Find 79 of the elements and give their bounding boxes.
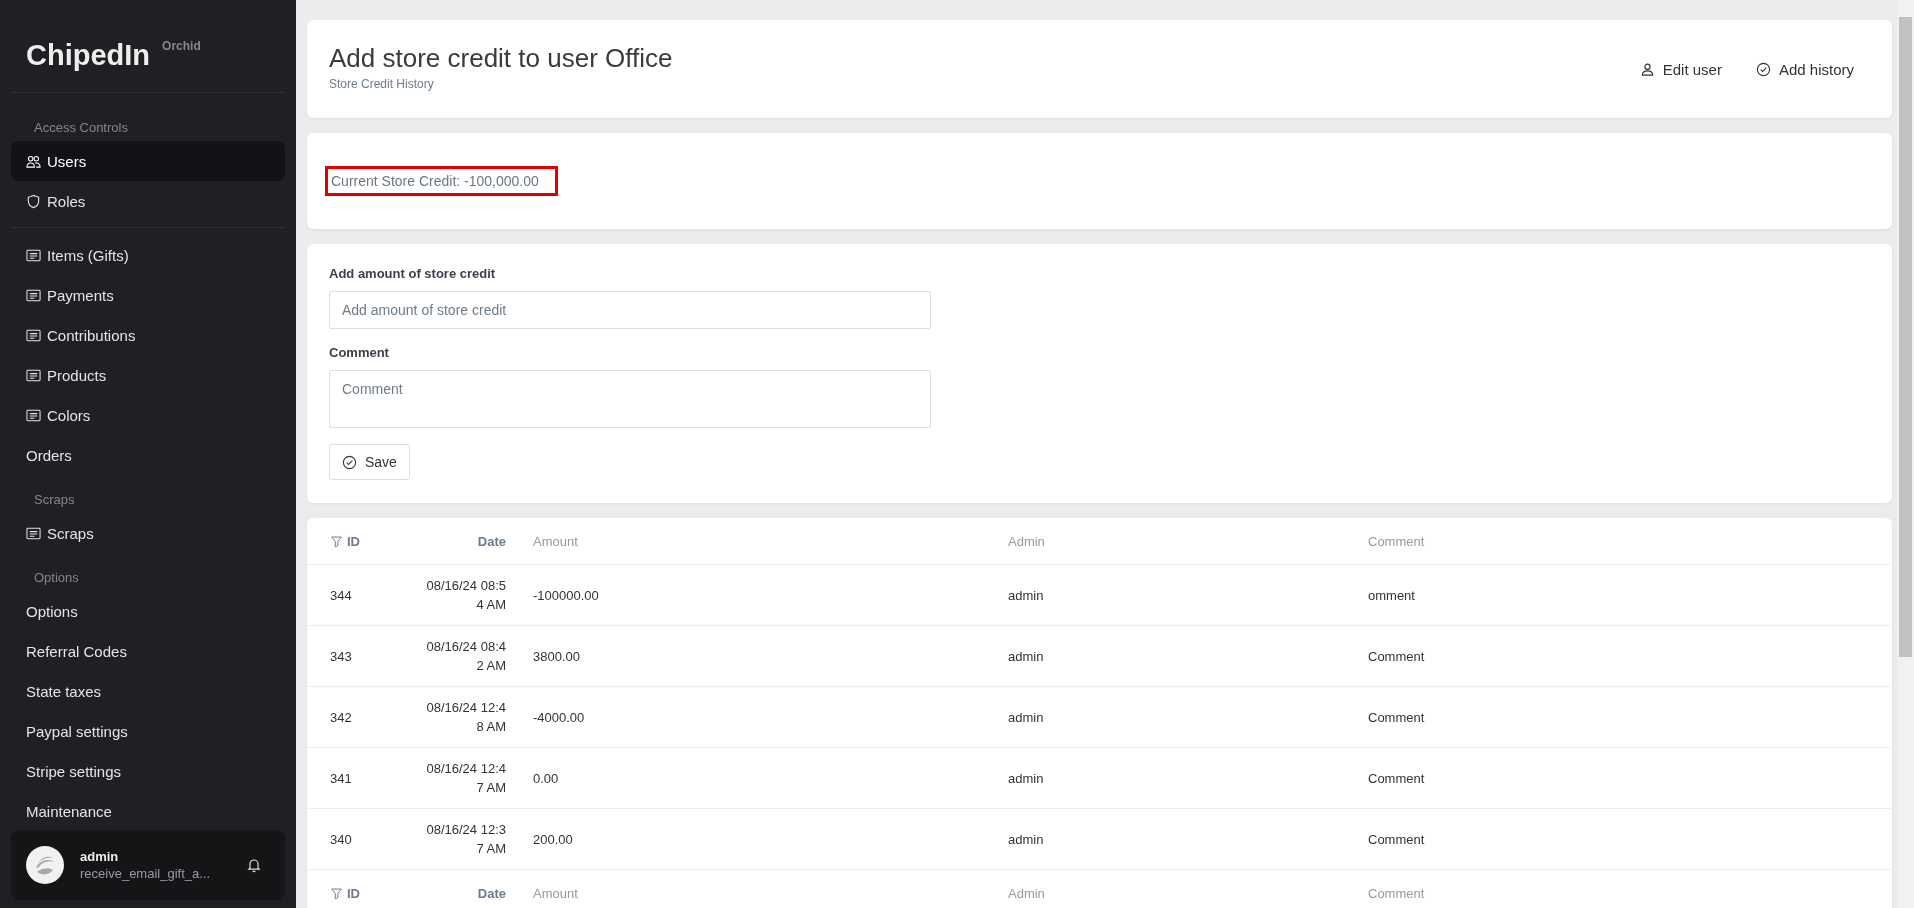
- list-icon: [26, 525, 41, 541]
- table-cell: admin: [1008, 587, 1044, 603]
- bell-icon[interactable]: [246, 857, 262, 873]
- table-cell: admin: [1008, 709, 1044, 725]
- user-icon: [1639, 61, 1655, 77]
- user-name: admin: [80, 849, 120, 864]
- table-cell-text: 08/16/24 12:37 AM: [425, 821, 506, 858]
- section-label: Access Controls: [33, 119, 129, 137]
- sidebar-item[interactable]: Payments: [11, 275, 285, 315]
- table-cell: admin: [1008, 648, 1044, 664]
- table-cell: 341: [330, 770, 352, 786]
- sidebar-item[interactable]: Paypal settings: [11, 711, 285, 751]
- section-label: Scraps: [33, 491, 76, 509]
- page-title: Add store credit to user Office: [329, 43, 673, 74]
- table-cell: Comment: [1368, 648, 1425, 664]
- save-button[interactable]: Save: [329, 444, 410, 480]
- table-cell: 0.00: [533, 770, 559, 786]
- brand-logo[interactable]: ChipedIn: [26, 37, 151, 73]
- table-cell-text: 08/16/24 12:48 AM: [425, 699, 506, 736]
- list-icon: [26, 367, 41, 383]
- check-circle-icon: [342, 454, 357, 470]
- brand-tag: Orchid: [162, 39, 201, 53]
- user-card[interactable]: admin receive_email_gift_a...: [11, 830, 285, 900]
- sidebar-item[interactable]: Referral Codes: [11, 631, 285, 671]
- list-icon: [26, 407, 41, 423]
- table-cell: -100000.00: [533, 587, 599, 603]
- list-icon: [26, 287, 41, 303]
- column-header[interactable]: ID: [347, 885, 360, 901]
- page-subtitle: Store Credit History: [329, 77, 435, 91]
- sidebar-item[interactable]: State taxes: [11, 671, 285, 711]
- sidebar-item[interactable]: Maintenance: [11, 791, 285, 830]
- user-detail: receive_email_gift_a...: [80, 866, 212, 881]
- table-cell: 343: [330, 648, 352, 664]
- sidebar-item[interactable]: Colors: [11, 395, 285, 435]
- avatar-icon: [26, 846, 64, 884]
- users-icon: [26, 153, 41, 169]
- filter-icon[interactable]: [330, 886, 343, 900]
- field-label: Add amount of store credit: [329, 266, 497, 281]
- filter-icon[interactable]: [330, 534, 343, 548]
- table-cell: 3800.00: [533, 648, 580, 664]
- table-cell-text: 08/16/24 08:54 AM: [425, 577, 506, 614]
- field-label: Comment: [329, 345, 390, 360]
- comment-field[interactable]: Comment: [329, 370, 931, 428]
- table-cell: 340: [330, 831, 352, 847]
- header-link[interactable]: Add history: [1755, 60, 1854, 78]
- section-label: Options: [33, 569, 80, 587]
- table-cell: -4000.00: [533, 709, 585, 725]
- table-cell: omment: [1368, 587, 1415, 603]
- table-cell: Comment: [1368, 709, 1425, 725]
- input-field[interactable]: Add amount of store credit: [329, 291, 931, 329]
- table-cell: 342: [330, 709, 352, 725]
- check-circle-icon: [1755, 61, 1771, 77]
- column-header[interactable]: ID: [347, 533, 360, 549]
- sidebar-item[interactable]: Roles: [11, 181, 285, 221]
- scrollbar-thumb[interactable]: [1899, 17, 1912, 657]
- table-cell: admin: [1008, 770, 1044, 786]
- sidebar-item[interactable]: Options: [11, 591, 285, 631]
- scrollbar[interactable]: [1897, 0, 1914, 908]
- sidebar-item[interactable]: Items (Gifts): [11, 235, 285, 275]
- table-cell: 344: [330, 587, 352, 603]
- table-cell: Comment: [1368, 770, 1425, 786]
- header-link[interactable]: Edit user: [1639, 60, 1722, 78]
- table-cell: Comment: [1368, 831, 1425, 847]
- sidebar-item[interactable]: Products: [11, 355, 285, 395]
- sidebar-item[interactable]: Stripe settings: [11, 751, 285, 791]
- table-cell: 200.00: [533, 831, 573, 847]
- store-credit: Current Store Credit: -100,000.00: [325, 166, 558, 196]
- list-icon: [26, 327, 41, 343]
- sidebar-item[interactable]: Scraps: [11, 513, 285, 553]
- table-cell: admin: [1008, 831, 1044, 847]
- column-header[interactable]: Date: [477, 533, 506, 549]
- sidebar-item[interactable]: Contributions: [11, 315, 285, 355]
- shield-icon: [26, 193, 41, 209]
- sidebar-item[interactable]: Orders: [11, 435, 285, 475]
- list-icon: [26, 247, 41, 263]
- table-cell-text: 08/16/24 12:47 AM: [425, 760, 506, 797]
- table-cell-text: 08/16/24 08:42 AM: [425, 638, 506, 675]
- sidebar-item[interactable]: Users: [11, 141, 285, 181]
- column-header[interactable]: Date: [477, 885, 506, 901]
